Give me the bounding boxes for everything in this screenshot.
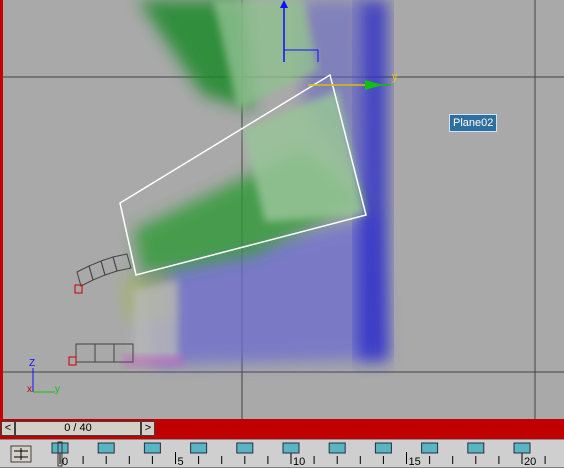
scene-canvas: y Z x y	[3, 0, 564, 419]
keyframe-marker[interactable]	[97, 442, 115, 454]
perspective-viewport[interactable]: y Z x y Plane02	[0, 0, 564, 419]
ruler-frame-label: 0	[62, 456, 68, 468]
gray-patch	[133, 280, 178, 362]
frame-ruler[interactable]: 0 5 10 15 20	[0, 440, 564, 468]
time-slider-bar[interactable]: < 0 / 40 >	[0, 419, 564, 439]
gizmo-y-label: y	[392, 71, 398, 83]
keyframe-marker[interactable]	[51, 442, 69, 454]
ruler-frame-label: 10	[293, 456, 305, 468]
keyframe-marker[interactable]	[374, 442, 392, 454]
prev-frame-button[interactable]: <	[1, 421, 15, 436]
keyframe-marker[interactable]	[236, 442, 254, 454]
keyframe-marker[interactable]	[143, 442, 161, 454]
ruler-frame-label: 5	[178, 456, 184, 468]
object-name-tooltip[interactable]: Plane02	[449, 114, 498, 132]
keyframe-marker[interactable]	[282, 442, 300, 454]
bone-end-marker	[68, 356, 77, 366]
axis-z-label: Z	[29, 358, 35, 369]
bone-chain-upper	[76, 253, 132, 287]
keyframe-marker[interactable]	[190, 442, 208, 454]
view-axis-tripod: Z x y	[27, 358, 60, 395]
next-frame-button[interactable]: >	[141, 421, 155, 436]
axis-y-label: y	[55, 384, 60, 395]
keyframe-marker[interactable]	[421, 442, 439, 454]
magenta-patch	[123, 355, 183, 367]
keyframe-marker[interactable]	[467, 442, 485, 454]
ruler-frame-label: 20	[524, 456, 536, 468]
axis-x-label: x	[27, 384, 32, 395]
keyframe-marker[interactable]	[328, 442, 346, 454]
frame-counter[interactable]: 0 / 40	[15, 421, 141, 436]
keyframe-marker[interactable]	[513, 442, 531, 454]
track-bar[interactable]: 0 5 10 15 20	[0, 439, 564, 468]
ruler-frame-label: 15	[409, 456, 421, 468]
